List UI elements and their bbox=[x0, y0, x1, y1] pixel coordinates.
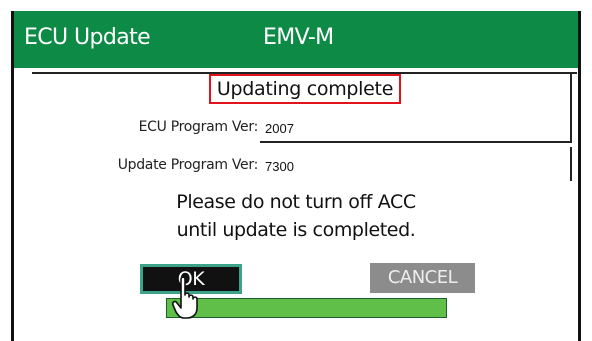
title-bar: ECU Update EMV-M bbox=[14, 11, 578, 68]
ecu-program-version-label: ECU Program Ver: bbox=[138, 119, 259, 135]
divider bbox=[570, 147, 572, 181]
ecu-update-screen: ECU Update EMV-M Updating complete ECU P… bbox=[11, 11, 581, 341]
warning-message-line-1: Please do not turn off ACC bbox=[176, 191, 416, 213]
divider bbox=[260, 141, 572, 143]
update-program-version-value: 7300 bbox=[265, 159, 294, 174]
ecu-program-version-value: 2007 bbox=[265, 121, 294, 136]
screen-title: ECU Update bbox=[24, 25, 151, 50]
model-name: EMV-M bbox=[263, 25, 334, 50]
hand-pointer-icon bbox=[172, 276, 198, 319]
update-progress-fill bbox=[167, 299, 446, 317]
update-progress-bar bbox=[166, 298, 447, 318]
warning-message-line-2: until update is completed. bbox=[176, 219, 416, 241]
status-message: Updating complete bbox=[209, 74, 401, 104]
divider bbox=[570, 111, 572, 143]
cancel-button[interactable]: CANCEL bbox=[370, 263, 475, 293]
update-program-version-label: Update Program Ver: bbox=[117, 157, 259, 173]
